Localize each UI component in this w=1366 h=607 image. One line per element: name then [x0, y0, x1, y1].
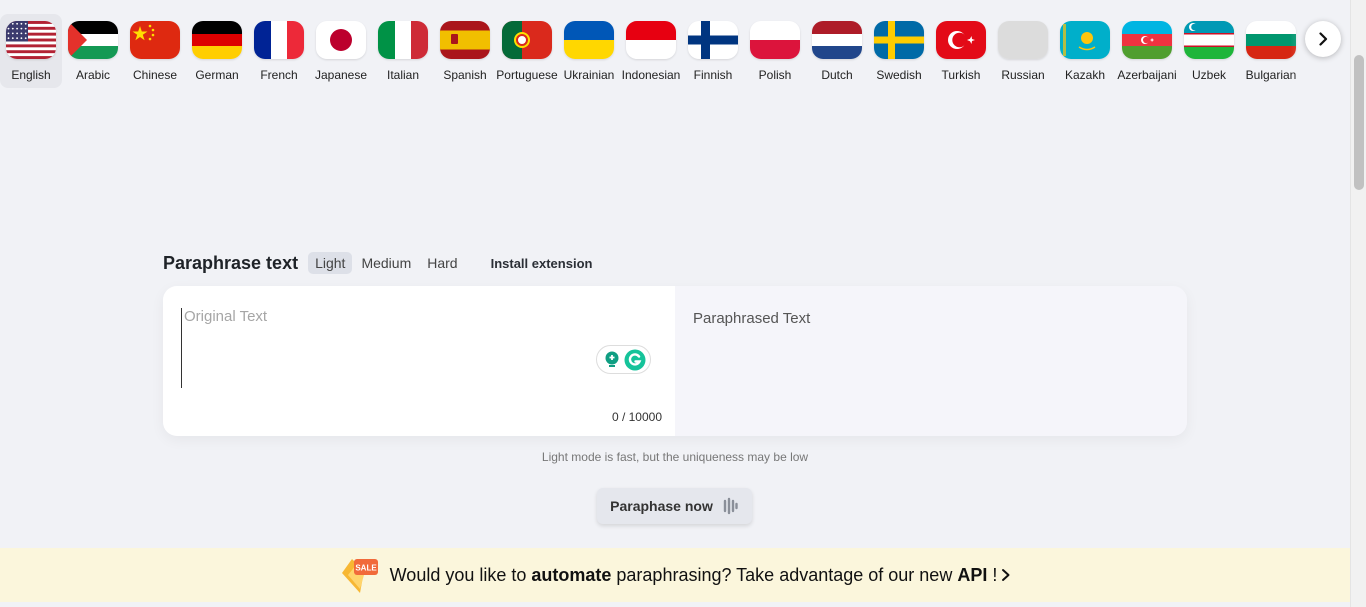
- flag-russia-icon: [998, 21, 1048, 59]
- language-label: Spanish: [443, 68, 487, 82]
- page-scrollbar[interactable]: [1350, 0, 1366, 607]
- flag-spain-icon: [440, 21, 490, 59]
- lightbulb-icon[interactable]: [601, 349, 623, 371]
- api-promo-banner[interactable]: SALE Would you like to automate paraphra…: [0, 548, 1350, 602]
- flag-france-icon: [254, 21, 304, 59]
- language-label: German: [195, 68, 239, 82]
- editor-panel: 0 / 10000 Paraphrased Text: [163, 286, 1187, 436]
- original-text-pane: 0 / 10000: [163, 286, 675, 436]
- mode-hint-text: Light mode is fast, but the uniqueness m…: [541, 450, 809, 464]
- flag-ukraine-icon: [564, 21, 614, 59]
- language-item-indonesian[interactable]: Indonesian: [620, 14, 682, 88]
- language-item-chinese[interactable]: Chinese: [124, 14, 186, 88]
- flag-japan-icon: [316, 21, 366, 59]
- chevron-right-icon: [1002, 569, 1010, 581]
- language-item-polish[interactable]: Polish: [744, 14, 806, 88]
- grammarly-widget[interactable]: [596, 345, 651, 374]
- flag-poland-icon: [750, 21, 800, 59]
- language-item-french[interactable]: French: [248, 14, 310, 88]
- mode-hard-button[interactable]: Hard: [420, 252, 464, 274]
- language-strip: English Arabic Chinese German French Japanese…: [0, 0, 1350, 95]
- language-item-portuguese[interactable]: Portuguese: [496, 14, 558, 88]
- sale-tag-icon: SALE: [338, 553, 382, 597]
- flag-sweden-icon: [874, 21, 924, 59]
- language-item-dutch[interactable]: Dutch: [806, 14, 868, 88]
- language-item-german[interactable]: German: [186, 14, 248, 88]
- language-item-bulgarian[interactable]: Bulgarian: [1240, 14, 1302, 88]
- flag-china-icon: [130, 21, 180, 59]
- language-item-azerbaijani[interactable]: Azerbaijani: [1116, 14, 1178, 88]
- language-label: Kazakh: [1064, 68, 1106, 82]
- language-item-english[interactable]: English: [0, 14, 62, 88]
- language-label: French: [260, 68, 298, 82]
- language-item-russian[interactable]: Russian: [992, 14, 1054, 88]
- sparkle-icon: [723, 497, 738, 515]
- flag-italy-icon: [378, 21, 428, 59]
- language-label: Bulgarian: [1245, 68, 1297, 82]
- language-label: Italian: [386, 68, 420, 82]
- language-item-turkish[interactable]: Turkish: [930, 14, 992, 88]
- flag-us-icon: [6, 21, 56, 59]
- language-label: Turkish: [941, 68, 981, 82]
- language-label: Finnish: [693, 68, 733, 82]
- language-item-kazakh[interactable]: Kazakh: [1054, 14, 1116, 88]
- language-item-spanish[interactable]: Spanish: [434, 14, 496, 88]
- language-item-swedish[interactable]: Swedish: [868, 14, 930, 88]
- language-label: Azerbaijani: [1117, 68, 1177, 82]
- flag-kazakhstan-icon: [1060, 21, 1110, 59]
- mode-light-button[interactable]: Light: [308, 252, 353, 274]
- language-label: Portuguese: [496, 68, 558, 82]
- language-label: Swedish: [876, 68, 922, 82]
- language-item-italian[interactable]: Italian: [372, 14, 434, 88]
- flag-netherlands-icon: [812, 21, 862, 59]
- language-item-japanese[interactable]: Japanese: [310, 14, 372, 88]
- language-item-arabic[interactable]: Arabic: [62, 14, 124, 88]
- flag-arabic-icon: [68, 21, 118, 59]
- language-label: Japanese: [314, 68, 368, 82]
- flag-germany-icon: [192, 21, 242, 59]
- flag-portugal-icon: [502, 21, 552, 59]
- banner-text: Would you like to automate paraphrasing?…: [389, 564, 998, 585]
- language-label: English: [11, 68, 51, 82]
- mode-medium-button[interactable]: Medium: [354, 252, 418, 274]
- flag-indonesia-icon: [626, 21, 676, 59]
- install-extension-link[interactable]: Install extension: [491, 256, 593, 271]
- language-item-uzbek[interactable]: Uzbek: [1178, 14, 1240, 88]
- paraphrased-text-pane: Paraphrased Text: [675, 286, 1187, 436]
- paraphrase-now-button[interactable]: Paraphase now: [597, 488, 752, 524]
- original-text-input[interactable]: [181, 308, 651, 388]
- chevron-right-icon: [1319, 32, 1328, 46]
- flag-azerbaijan-icon: [1122, 21, 1172, 59]
- language-label: Dutch: [821, 68, 853, 82]
- paraphrase-toolbar: Paraphrase text Light Medium Hard Instal…: [163, 250, 592, 276]
- page-title: Paraphrase text: [163, 252, 299, 273]
- language-next-button[interactable]: [1305, 21, 1341, 57]
- language-item-finnish[interactable]: Finnish: [682, 14, 744, 88]
- paraphrase-now-label: Paraphase now: [610, 498, 713, 514]
- language-label: Indonesian: [621, 68, 681, 82]
- scrollbar-thumb[interactable]: [1354, 55, 1364, 190]
- language-label: Arabic: [75, 68, 110, 82]
- character-counter: 0 / 10000: [611, 410, 662, 424]
- language-label: Uzbek: [1191, 68, 1226, 82]
- grammarly-icon[interactable]: [624, 349, 646, 371]
- flag-turkey-icon: [936, 21, 986, 59]
- language-label: Ukrainian: [563, 68, 615, 82]
- flag-bulgaria-icon: [1246, 21, 1296, 59]
- sale-badge-text: SALE: [355, 564, 377, 573]
- language-item-ukrainian[interactable]: Ukrainian: [558, 14, 620, 88]
- language-label: Russian: [1001, 68, 1045, 82]
- flag-finland-icon: [688, 21, 738, 59]
- language-label: Polish: [758, 68, 792, 82]
- language-label: Chinese: [132, 68, 178, 82]
- flag-uzbekistan-icon: [1184, 21, 1234, 59]
- paraphrased-text-placeholder: Paraphrased Text: [693, 310, 811, 327]
